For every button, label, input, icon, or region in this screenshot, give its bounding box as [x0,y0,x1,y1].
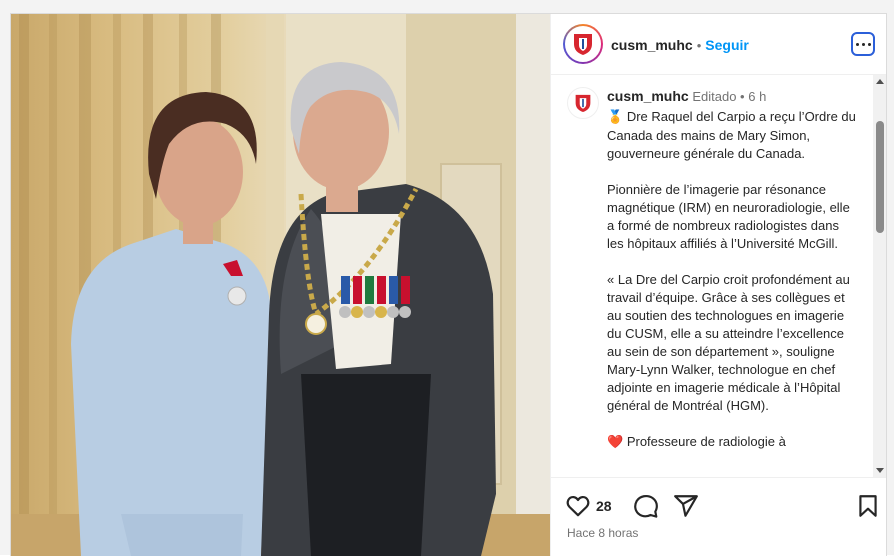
medal-icon: 🏅 [607,110,624,125]
caption-paragraph: Pionnière de l’imagerie par résonance ma… [607,181,857,253]
comment-icon[interactable] [633,493,659,519]
heart-icon[interactable] [565,493,591,519]
more-dot-icon [867,42,871,46]
red-heart-icon: ❤️ [607,435,624,450]
more-dot-icon [861,42,865,46]
caption-avatar[interactable] [567,87,599,119]
caption-username[interactable]: cusm_muhc [607,88,689,104]
caption-header: cusm_muhc Editado • 6 h [607,87,857,106]
post-dialog: cusm_muhc•Seguir cusm_muhc Editado • 6 [10,13,887,556]
header-separator: • [696,38,702,53]
scroll-up-arrow-icon[interactable] [876,79,884,84]
post-header: cusm_muhc • Seguir [551,14,886,75]
share-icon[interactable] [673,493,699,519]
post-actions: 28 Hace 8 horas [551,477,886,556]
more-dot-icon [855,42,859,46]
bookmark-icon[interactable] [855,493,881,519]
scroll-down-arrow-icon[interactable] [876,468,884,473]
posted-time[interactable]: Hace 8 horas [567,526,638,540]
header-user-line: cusm_muhc • Seguir [611,37,749,55]
caption-paragraph: « La Dre del Carpio croit profondément a… [607,271,857,415]
post-side-panel: cusm_muhc•Seguir cusm_muhc Editado • 6 [550,14,886,556]
account-avatar[interactable] [563,24,603,64]
account-username[interactable]: cusm_muhc [611,37,693,53]
caption-paragraph-text: Professeure de radiologie à [626,434,786,449]
photo-illustration [11,14,550,556]
follow-button[interactable]: Seguir [705,37,749,53]
caption-paragraph-text: Dre Raquel del Carpio a reçu l’Ordre du … [607,109,856,161]
caption-scrollbar[interactable] [873,75,886,477]
caption-paragraph-text: Pionnière de l’imagerie par résonance ma… [607,182,850,251]
edited-label: Editado [692,89,737,104]
post-age[interactable]: 6 h [748,89,766,104]
more-options-button[interactable] [851,32,875,56]
caption-separator: • [740,89,745,104]
muhc-logo-icon [574,34,592,55]
likes-count[interactable]: 28 [596,498,612,514]
scrollbar-thumb[interactable] [876,121,884,233]
caption-paragraph: ❤️ Professeure de radiologie à [607,433,857,452]
post-photo [11,14,550,556]
caption-paragraph: 🏅 Dre Raquel del Carpio a reçu l’Ordre d… [607,108,857,163]
muhc-logo-icon [575,94,591,112]
caption-text: cusm_muhc Editado • 6 h 🏅 Dre Raquel del… [607,87,857,470]
caption-area: cusm_muhc Editado • 6 h 🏅 Dre Raquel del… [551,75,873,477]
caption-paragraph-text: « La Dre del Carpio croit profondément a… [607,272,850,413]
